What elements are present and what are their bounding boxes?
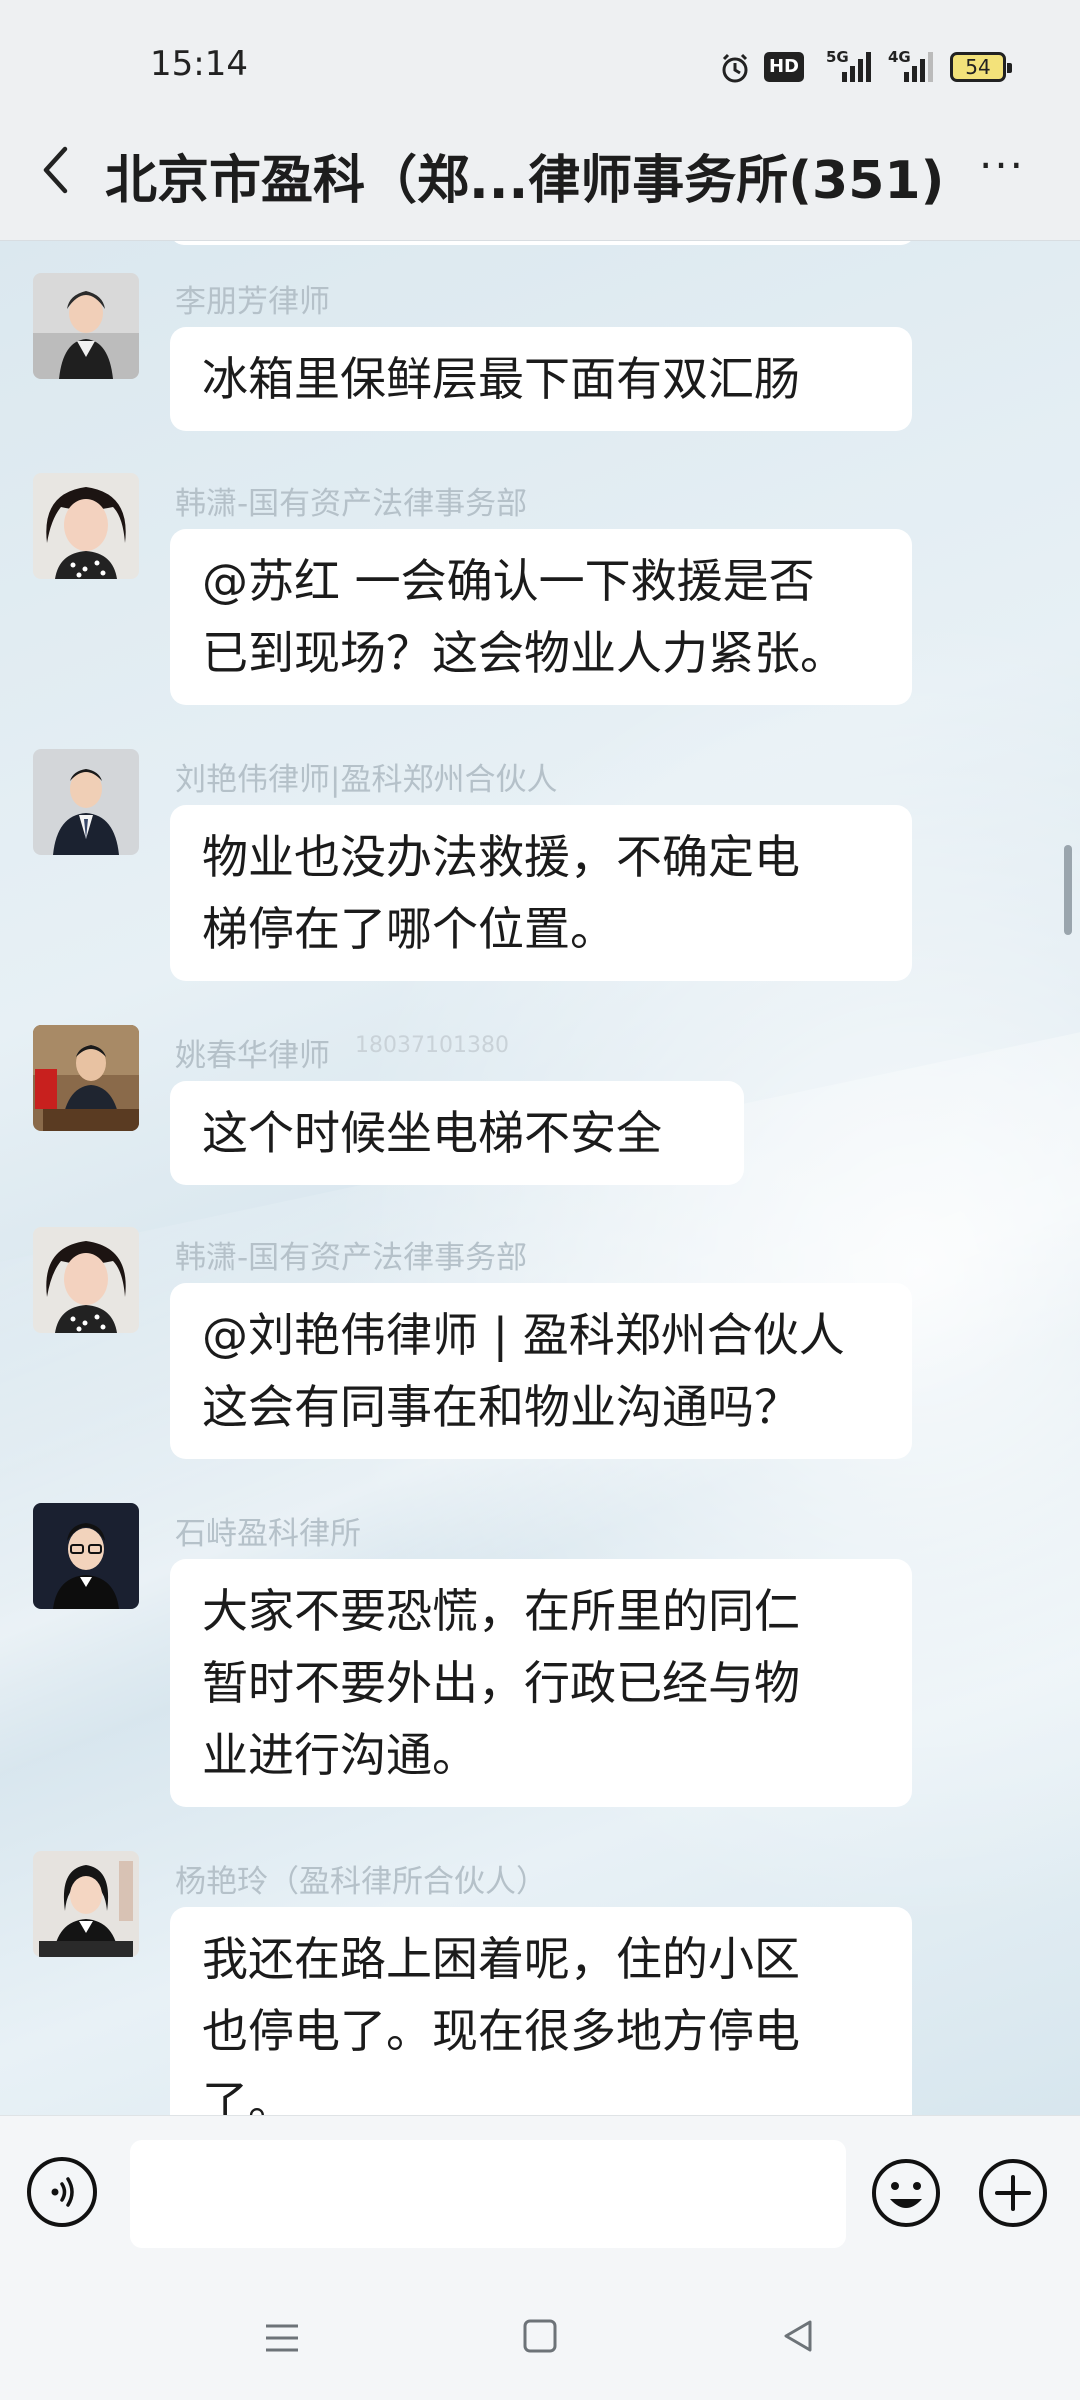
sender-name: 李朋芳律师 <box>175 284 330 320</box>
avatar-2 <box>33 473 139 579</box>
message-bubble[interactable]: @刘艳伟律师 | 盈科郑州合伙人 这会有同事在和物业沟通吗？ <box>170 1283 912 1459</box>
message-bubble[interactable]: 大家不要恐慌，在所里的同仁 暂时不要外出，行政已经与物 业进行沟通。 <box>170 1559 912 1807</box>
signal-4g-icon <box>904 52 933 82</box>
message-text: 暂时不要外出，行政已经与物 <box>202 1656 800 1710</box>
avatar[interactable] <box>33 473 139 579</box>
sender-name: 姚春华律师 <box>175 1038 330 1074</box>
chat-title: 北京市盈科（郑...律师事务所(351) <box>105 151 945 211</box>
avatar[interactable] <box>33 273 139 379</box>
avatar-7 <box>33 1851 139 1957</box>
message-text: 这会有同事在和物业沟通吗？ <box>202 1380 800 1434</box>
sender-name: 韩潇-国有资产法律事务部 <box>175 1240 528 1276</box>
menu-nav-icon[interactable] <box>262 2318 302 2358</box>
battery-icon: 54 <box>950 52 1012 82</box>
message-text: 这个时候坐电梯不安全 <box>202 1106 662 1160</box>
message-text: 物业也没办法救援，不确定电 <box>202 830 800 884</box>
more-icon: ··· <box>978 141 1026 190</box>
message-bubble[interactable]: 我还在路上困着呢，住的小区 也停电了。现在很多地方停电 了。 <box>170 1907 912 2115</box>
avatar[interactable] <box>33 1851 139 1957</box>
signal-5g-icon <box>842 52 871 82</box>
voice-icon <box>51 2177 74 2207</box>
message-text: 了。 <box>202 2076 294 2115</box>
previous-message-bubble <box>170 241 915 245</box>
scrollbar[interactable] <box>1064 845 1072 935</box>
back-nav-icon[interactable] <box>778 2316 818 2356</box>
avatar[interactable] <box>33 1227 139 1333</box>
hd-voice-icon: HD <box>764 52 804 82</box>
avatar[interactable] <box>33 1503 139 1609</box>
sender-name: 杨艳玲（盈科律所合伙人） <box>175 1864 547 1900</box>
avatar[interactable] <box>33 749 139 855</box>
avatar-4 <box>33 1025 139 1131</box>
message-input[interactable] <box>130 2140 846 2248</box>
message-text: 业进行沟通。 <box>202 1728 478 1782</box>
chat-area[interactable]: 李朋芳律师 冰箱里保鲜层最下面有双汇肠 韩潇-国有资产法律事务部 @苏红 一会确… <box>0 241 1080 2115</box>
sender-name: 石峙盈科律所 <box>175 1516 361 1552</box>
emoji-button[interactable] <box>870 2157 942 2229</box>
add-button[interactable] <box>977 2157 1049 2229</box>
message-bubble[interactable]: 物业也没办法救援，不确定电 梯停在了哪个位置。 <box>170 805 912 981</box>
more-button[interactable]: ··· <box>972 145 1032 195</box>
message-bubble[interactable]: 冰箱里保鲜层最下面有双汇肠 <box>170 327 912 431</box>
sender-name: 韩潇-国有资产法律事务部 <box>175 486 528 522</box>
message-text: @刘艳伟律师 | 盈科郑州合伙人 <box>202 1308 845 1362</box>
message-text: 也停电了。现在很多地方停电 <box>202 2004 800 2058</box>
avatar-3 <box>33 749 139 855</box>
sender-phone: 18037101380 <box>355 1033 509 1058</box>
avatar[interactable] <box>33 1025 139 1131</box>
home-nav-icon[interactable] <box>520 2316 560 2356</box>
message-text: 我还在路上困着呢，住的小区 <box>202 1932 800 1986</box>
message-text: 大家不要恐慌，在所里的同仁 <box>202 1584 800 1638</box>
message-text: @苏红 一会确认一下救援是否 <box>202 554 815 608</box>
back-button[interactable] <box>30 140 80 200</box>
avatar-6 <box>33 1503 139 1609</box>
avatar-1 <box>33 273 139 379</box>
message-bubble[interactable]: 这个时候坐电梯不安全 <box>170 1081 744 1185</box>
message-text: 梯停在了哪个位置。 <box>202 902 616 956</box>
avatar-5 <box>33 1227 139 1333</box>
add-icon <box>979 2159 1047 2227</box>
sender-name: 刘艳伟律师|盈科郑州合伙人 <box>175 762 558 798</box>
status-time: 15:14 <box>150 44 248 84</box>
voice-button[interactable] <box>27 2157 97 2227</box>
back-arrow-icon <box>43 146 68 194</box>
alarm-icon <box>722 53 748 83</box>
emoji-icon <box>872 2159 940 2227</box>
message-text: 已到现场？这会物业人力紧张。 <box>202 626 846 680</box>
message-bubble[interactable]: @苏红 一会确认一下救援是否 已到现场？这会物业人力紧张。 <box>170 529 912 705</box>
message-text: 冰箱里保鲜层最下面有双汇肠 <box>202 352 800 406</box>
